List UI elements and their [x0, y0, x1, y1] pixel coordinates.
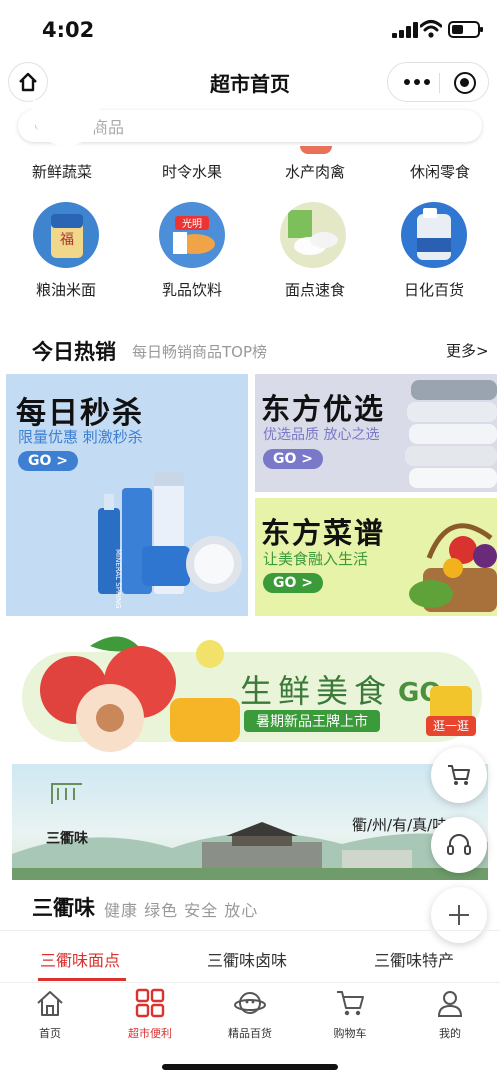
cart-icon	[448, 765, 470, 785]
quzhou-logo-text: 三衢味	[46, 831, 88, 847]
oriental-selection-title: 东方优选	[261, 392, 386, 426]
wifi-icon	[420, 20, 442, 38]
status-time: 4:02	[42, 18, 95, 42]
detergent-icon[interactable]	[401, 202, 467, 268]
category-seafood-meat[interactable]: 水产肉禽	[260, 161, 370, 182]
user-tab-icon	[437, 991, 463, 1017]
oriental-recipes-subtitle: 让美食融入生活	[263, 550, 369, 568]
category-daily-goods[interactable]: 日化百货	[379, 279, 489, 300]
sanquwei-subtitle: 健康 绿色 安全 放心	[104, 901, 259, 920]
headset-icon	[447, 834, 471, 855]
oriental-recipes-go-button[interactable]: GO >	[263, 573, 323, 593]
fresh-food-banner[interactable]: 生鲜美食 暑期新品王牌上市 GO 逛一逛	[0, 622, 500, 756]
flash-sale-go-button[interactable]: GO >	[18, 451, 78, 471]
flash-sale-subtitle: 限量优惠 刺激秒杀	[18, 428, 143, 446]
tab-cart[interactable]: 购物车	[305, 987, 395, 1041]
grid-tab-icon	[135, 988, 165, 1018]
tab-profile[interactable]: 我的	[405, 987, 495, 1041]
floating-service-button[interactable]	[431, 817, 487, 873]
cosmetics-image	[98, 472, 242, 594]
flash-sale-card[interactable]: 每日秒杀 限量优惠 刺激秒杀 GO > MINERAL SPRING	[6, 374, 248, 616]
tab-home-label: 首页	[39, 1027, 61, 1040]
category-snacks[interactable]: 休闲零食	[385, 161, 495, 182]
tab-boutique-label: 精品百货	[228, 1027, 272, 1040]
vegetable-basket-image	[409, 523, 497, 612]
subtab-specialty[interactable]: 三衢味特产	[374, 947, 454, 971]
cart-tab-icon	[337, 991, 364, 1016]
oriental-selection-subtitle: 优选品质 放心之选	[263, 427, 380, 443]
category-fruits[interactable]: 时令水果	[137, 161, 247, 182]
svg-text:福: 福	[60, 232, 74, 248]
more-options-icon[interactable]	[404, 75, 432, 89]
close-mini-program-icon[interactable]	[454, 72, 476, 94]
cellular-signal-icon	[392, 22, 418, 38]
subtab-braised[interactable]: 三衢味卤味	[207, 947, 287, 971]
dumplings-icon[interactable]	[280, 202, 346, 268]
quzhou-flavor-banner[interactable]: 三衢味 衢/州/有/真/味	[12, 764, 488, 880]
meat-icon	[300, 146, 332, 154]
battery-icon	[448, 21, 483, 38]
tab-profile-label: 我的	[439, 1027, 461, 1040]
tab-cart-label: 购物车	[333, 1027, 367, 1040]
browse-badge-label: 逛一逛	[426, 716, 476, 736]
fresh-food-title: 生鲜美食	[240, 672, 393, 710]
oriental-selection-go-button[interactable]: GO >	[263, 449, 323, 469]
home-tab-icon	[37, 991, 63, 1016]
category-grain-oil[interactable]: 粮油米面	[11, 279, 121, 300]
home-indicator[interactable]	[162, 1064, 338, 1070]
plus-icon	[449, 905, 469, 925]
oriental-recipes-card[interactable]: 东方菜谱 让美食融入生活 GO >	[255, 498, 497, 616]
peach-mango-image	[40, 636, 240, 752]
bottom-tab-bar: 首页 超市便利 精品百货 购物车 我的	[0, 982, 500, 1042]
subtab-active-indicator	[38, 978, 126, 981]
sanquwei-subtabs: 三衢味面点 三衢味卤味 三衢味特产	[0, 930, 500, 982]
page-title: 超市首页	[210, 72, 290, 96]
planet-tab-icon	[234, 992, 266, 1014]
floating-cart-button[interactable]	[431, 747, 487, 803]
tab-home[interactable]: 首页	[5, 987, 95, 1041]
towels-image	[405, 380, 497, 488]
rice-bag-icon[interactable]: 福	[33, 202, 99, 268]
category-pastry-instant[interactable]: 面点速食	[260, 279, 370, 300]
bread-milk-icon[interactable]: 光明	[159, 202, 225, 268]
hot-sales-subtitle: 每日畅销商品TOP榜	[132, 343, 268, 361]
hot-sales-title: 今日热销	[32, 340, 116, 364]
tab-supermarket-label: 超市便利	[128, 1027, 172, 1040]
home-button[interactable]	[8, 62, 48, 102]
sanquwei-title: 三衢味	[32, 896, 95, 920]
category-dairy-drinks[interactable]: 乳品饮料	[137, 279, 247, 300]
oriental-selection-card[interactable]: 东方优选 优选品质 放心之选 GO >	[255, 374, 497, 492]
tab-boutique[interactable]: 精品百货	[205, 987, 295, 1041]
nav-bar: 超市首页	[0, 58, 500, 106]
browse-badge[interactable]: 逛一逛	[426, 682, 476, 738]
mini-program-capsule	[387, 62, 489, 102]
category-vegetables[interactable]: 新鲜蔬菜	[7, 161, 117, 182]
subtab-pastry[interactable]: 三衢味面点	[40, 947, 120, 971]
tab-supermarket[interactable]: 超市便利	[105, 987, 195, 1041]
svg-text:光明: 光明	[182, 217, 202, 230]
fresh-food-subtitle: 暑期新品王牌上市	[244, 710, 380, 732]
home-icon	[19, 72, 37, 92]
cosmetics-brand-label: MINERAL SPRING	[114, 549, 122, 609]
status-bar: 4:02	[0, 0, 500, 58]
hot-sales-more-link[interactable]: 更多>	[446, 340, 489, 361]
oriental-recipes-title: 东方菜谱	[261, 516, 386, 550]
supermarket-home-page: 4:02 超市首页 搜索商品	[0, 0, 500, 1082]
